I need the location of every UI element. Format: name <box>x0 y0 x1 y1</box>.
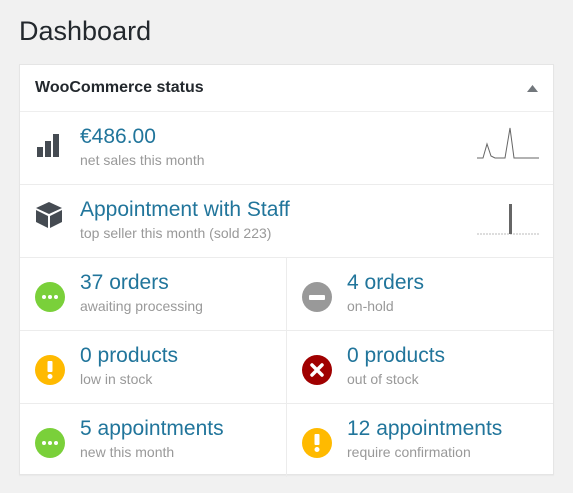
low-stock-cell[interactable]: 0 products low in stock <box>20 331 286 403</box>
low-stock-value: 0 products <box>80 344 179 367</box>
orders-onhold-label: on-hold <box>347 298 394 314</box>
woocommerce-status-widget: WooCommerce status €486.00 net sales thi… <box>19 64 554 477</box>
appointments-confirm-cell[interactable]: 12 appointments require confirmation <box>286 404 553 477</box>
orders-onhold-text: 4 orders on-hold <box>347 269 424 315</box>
widget-header[interactable]: WooCommerce status <box>20 65 553 112</box>
ellipsis-circle-icon <box>35 428 65 458</box>
appointments-confirm-label: require confirmation <box>347 444 471 460</box>
exclamation-circle-icon <box>302 428 332 458</box>
low-stock-label: low in stock <box>80 371 153 387</box>
appointments-new-cell[interactable]: 5 appointments new this month <box>20 404 286 477</box>
stock-row: 0 products low in stock 0 products out o… <box>20 331 553 404</box>
out-of-stock-cell[interactable]: 0 products out of stock <box>286 331 553 403</box>
page-title: Dashboard <box>19 16 152 46</box>
top-seller-value: Appointment with Staff <box>80 198 290 221</box>
out-of-stock-value: 0 products <box>347 344 446 367</box>
net-sales-value: €486.00 <box>80 125 156 148</box>
orders-processing-label: awaiting processing <box>80 298 203 314</box>
out-of-stock-label: out of stock <box>347 371 419 387</box>
widget-title: WooCommerce status <box>35 79 204 96</box>
appointments-new-label: new this month <box>80 444 175 460</box>
bar-chart-icon <box>35 132 65 162</box>
net-sales-sparkline <box>477 127 539 159</box>
top-seller-sparkline <box>477 204 539 235</box>
exclamation-circle-icon <box>35 355 65 385</box>
net-sales-row[interactable]: €486.00 net sales this month <box>20 112 553 185</box>
net-sales-text: €486.00 net sales this month <box>80 123 205 169</box>
top-seller-label: top seller this month (sold 223) <box>80 225 272 241</box>
appointments-row: 5 appointments new this month 12 appoint… <box>20 404 553 477</box>
orders-row: 37 orders awaiting processing 4 orders o… <box>20 258 553 331</box>
net-sales-label: net sales this month <box>80 152 205 168</box>
orders-processing-text: 37 orders awaiting processing <box>80 269 203 315</box>
ellipsis-circle-icon <box>35 282 65 312</box>
appointments-new-value: 5 appointments <box>80 417 224 440</box>
top-seller-row[interactable]: Appointment with Staff top seller this m… <box>20 185 553 258</box>
low-stock-text: 0 products low in stock <box>80 342 178 388</box>
orders-processing-value: 37 orders <box>80 271 169 294</box>
appointments-new-text: 5 appointments new this month <box>80 415 224 461</box>
box-icon <box>35 201 65 231</box>
top-seller-text: Appointment with Staff top seller this m… <box>80 196 290 242</box>
minus-circle-icon <box>302 282 332 312</box>
out-of-stock-text: 0 products out of stock <box>347 342 445 388</box>
collapse-toggle-icon[interactable] <box>525 81 539 95</box>
orders-onhold-cell[interactable]: 4 orders on-hold <box>286 258 553 330</box>
orders-onhold-value: 4 orders <box>347 271 425 294</box>
appointments-confirm-text: 12 appointments require confirmation <box>347 415 502 461</box>
appointments-confirm-value: 12 appointments <box>347 417 503 440</box>
orders-processing-cell[interactable]: 37 orders awaiting processing <box>20 258 286 330</box>
x-circle-icon <box>302 355 332 385</box>
